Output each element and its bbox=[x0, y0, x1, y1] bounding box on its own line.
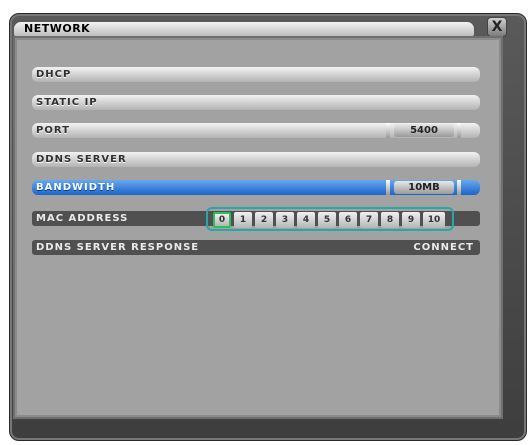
static-ip-label: STATIC IP bbox=[36, 97, 98, 108]
bandwidth-value-separator-right bbox=[457, 180, 461, 195]
ddns-server-response-row: DDNS SERVER RESPONSE CONNECT bbox=[32, 240, 480, 255]
ddns-server-row[interactable]: DDNS SERVER bbox=[32, 152, 480, 167]
mac-button-2[interactable]: 2 bbox=[255, 212, 273, 228]
title-bar: NETWORK bbox=[14, 22, 474, 36]
dhcp-row[interactable]: DHCP bbox=[32, 67, 480, 82]
port-value-field[interactable]: 5400 bbox=[394, 124, 454, 137]
bandwidth-row[interactable]: BANDWIDTH 10MB bbox=[32, 180, 480, 195]
mac-button-0[interactable]: 0 bbox=[213, 212, 231, 228]
bandwidth-value-field[interactable]: 10MB bbox=[394, 181, 454, 194]
bandwidth-value-separator-left bbox=[386, 180, 390, 195]
close-icon: X bbox=[491, 19, 503, 35]
static-ip-row[interactable]: STATIC IP bbox=[32, 95, 480, 110]
mac-button-8[interactable]: 8 bbox=[381, 212, 399, 228]
port-row[interactable]: PORT 5400 bbox=[32, 123, 480, 138]
close-button[interactable]: X bbox=[487, 17, 507, 37]
port-value-separator-right bbox=[457, 123, 461, 138]
mac-button-3[interactable]: 3 bbox=[276, 212, 294, 228]
mac-button-9[interactable]: 9 bbox=[402, 212, 420, 228]
window-title: NETWORK bbox=[24, 22, 91, 35]
mac-button-4[interactable]: 4 bbox=[297, 212, 315, 228]
mac-button-7[interactable]: 7 bbox=[360, 212, 378, 228]
port-label: PORT bbox=[36, 125, 70, 136]
mac-button-1[interactable]: 1 bbox=[234, 212, 252, 228]
ddns-server-response-label: DDNS SERVER RESPONSE bbox=[36, 242, 200, 253]
mac-button-5[interactable]: 5 bbox=[318, 212, 336, 228]
mac-address-label: MAC ADDRESS bbox=[36, 213, 129, 224]
ddns-server-label: DDNS SERVER bbox=[36, 154, 127, 165]
port-value-separator-left bbox=[386, 123, 390, 138]
ddns-server-response-value: CONNECT bbox=[413, 242, 474, 253]
dhcp-label: DHCP bbox=[36, 69, 72, 80]
mac-button-10[interactable]: 10 bbox=[423, 212, 445, 228]
mac-button-6[interactable]: 6 bbox=[339, 212, 357, 228]
bandwidth-label: BANDWIDTH bbox=[36, 182, 116, 193]
